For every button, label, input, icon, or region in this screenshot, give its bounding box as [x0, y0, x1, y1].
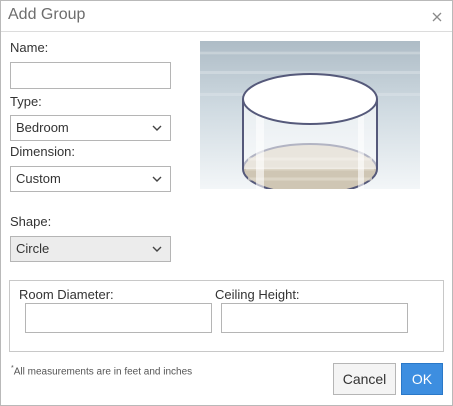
room-shape-preview [200, 41, 420, 189]
name-input[interactable] [10, 62, 171, 89]
name-label: Name: [10, 40, 49, 55]
ceiling-height-input[interactable] [221, 303, 408, 333]
dialog-titlebar: Add Group [1, 1, 452, 32]
dimension-select[interactable]: Custom [10, 166, 171, 192]
measurements-note: *All measurements are in feet and inches [11, 365, 192, 377]
cancel-button[interactable]: Cancel [333, 363, 396, 395]
close-icon [432, 12, 442, 22]
type-select[interactable]: Bedroom [10, 115, 171, 141]
add-group-dialog: Add Group Name: Type: Bedroom Dimension:… [0, 0, 453, 406]
ok-button[interactable]: OK [401, 363, 443, 395]
dialog-title: Add Group [8, 6, 86, 23]
dimension-label: Dimension: [10, 144, 76, 159]
chevron-down-icon [152, 125, 162, 131]
dimension-select-value: Custom [16, 171, 61, 186]
ceiling-height-label: Ceiling Height: [215, 287, 300, 302]
shape-label: Shape: [10, 214, 52, 229]
type-select-value: Bedroom [16, 120, 69, 135]
chevron-down-icon [152, 176, 162, 182]
note-text: All measurements are in feet and inches [13, 366, 193, 378]
shape-select[interactable]: Circle [10, 236, 171, 262]
room-diameter-label: Room Diameter: [19, 287, 114, 302]
close-button[interactable] [428, 8, 446, 26]
room-diameter-input[interactable] [25, 303, 212, 333]
measurements-group: Room Diameter: Ceiling Height: [9, 280, 444, 352]
type-label: Type: [10, 94, 42, 109]
chevron-down-icon [152, 246, 162, 252]
shape-select-value: Circle [16, 241, 50, 256]
